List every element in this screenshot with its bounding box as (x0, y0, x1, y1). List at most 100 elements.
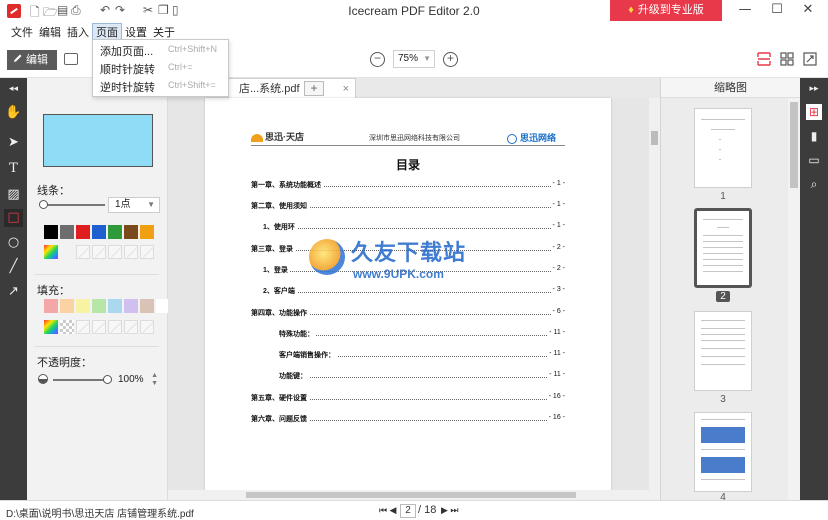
zoom-select[interactable]: 75% ▼ (393, 50, 435, 68)
menu-rotate-cw[interactable]: 顺时针旋转 Ctrl+= (93, 59, 228, 77)
upgrade-button[interactable]: ♦ 升级到专业版 (610, 0, 722, 21)
empty-swatch[interactable] (140, 320, 154, 334)
toc-entry[interactable]: 第五章、硬件设置 - 16 - (251, 393, 565, 405)
menu-about[interactable]: 关于 (150, 24, 178, 40)
opacity-input[interactable]: 100% ▲ ▼ (116, 372, 160, 388)
fill-color-swatch[interactable] (60, 299, 74, 313)
next-page-icon[interactable]: ▶ (439, 506, 449, 516)
thumbnail-page-2[interactable] (694, 208, 752, 288)
thumbnails-view-icon[interactable]: ⊞ (806, 104, 822, 120)
zoom-out-icon[interactable]: − (370, 52, 385, 67)
line-color-swatch[interactable] (108, 225, 122, 239)
minimize-button[interactable]: — (734, 2, 756, 17)
toc-entry[interactable]: 第四章、功能操作 - 6 - (251, 308, 565, 320)
last-page-icon[interactable]: ⏭ (449, 506, 459, 516)
toc-entry[interactable]: 特殊功能： - 11 - (279, 329, 565, 341)
add-tab-button[interactable]: + (304, 81, 324, 96)
empty-swatch[interactable] (92, 245, 106, 259)
menu-add-page[interactable]: 添加页面... Ctrl+Shift+N (93, 41, 228, 59)
line-color-swatch[interactable] (76, 225, 90, 239)
vertical-scroll-thumb[interactable] (651, 131, 658, 145)
zoom-in-icon[interactable]: + (443, 52, 458, 67)
arrow-icon[interactable]: ➤ (4, 134, 23, 152)
fill-color-swatch[interactable] (140, 299, 154, 313)
undo-icon[interactable]: ↶ (100, 3, 110, 17)
grid-view-icon[interactable] (779, 51, 795, 67)
spin-arrows-icon[interactable]: ▲ ▼ (151, 372, 158, 388)
transparent-swatch[interactable] (60, 320, 74, 334)
rectangle-icon[interactable]: □ (4, 209, 23, 227)
prev-page-icon[interactable]: ◀ (388, 506, 398, 516)
maximize-button[interactable]: ☐ (766, 2, 788, 17)
menu-file[interactable]: 文件 (8, 24, 36, 40)
empty-swatch[interactable] (76, 320, 90, 334)
line-color-swatch[interactable] (60, 225, 74, 239)
fullscreen-icon[interactable] (802, 51, 818, 67)
paste-icon[interactable]: ▯ (172, 3, 179, 17)
empty-swatch[interactable] (76, 245, 90, 259)
thumbnail-page-1[interactable] (694, 108, 752, 188)
close-button[interactable]: ✕ (797, 2, 819, 17)
opacity-slider[interactable] (53, 379, 107, 381)
text-icon[interactable]: T (4, 160, 23, 178)
redo-icon[interactable]: ↷ (115, 3, 125, 17)
edit-mode-button[interactable]: 编辑 (7, 50, 57, 70)
hand-icon[interactable]: ✋ (4, 104, 23, 122)
ellipse-icon[interactable]: ○ (4, 234, 23, 252)
annotate-mode-icon[interactable] (64, 53, 78, 65)
line-width-select[interactable]: 1点 ▼ (108, 197, 160, 213)
empty-swatch[interactable] (124, 320, 138, 334)
toc-entry[interactable]: 客户端销售操作： - 11 - (279, 350, 565, 362)
line-color-swatch[interactable] (124, 225, 138, 239)
fit-width-icon[interactable] (756, 51, 772, 67)
copy-icon[interactable]: ❐ (158, 3, 169, 17)
fill-color-swatch[interactable] (76, 299, 90, 313)
thumbnail-scrollbar[interactable] (788, 98, 800, 500)
custom-fill-color[interactable] (44, 320, 58, 334)
cut-icon[interactable]: ✂ (143, 3, 153, 17)
empty-swatch[interactable] (108, 245, 122, 259)
fill-color-swatch[interactable] (92, 299, 106, 313)
toc-entry[interactable]: 第一章、系统功能概述 - 1 - (251, 180, 565, 192)
vertical-scrollbar[interactable] (649, 98, 660, 490)
fill-color-swatch[interactable] (108, 299, 122, 313)
image-icon[interactable]: ▨ (4, 186, 23, 204)
line-color-swatch[interactable] (140, 225, 154, 239)
empty-swatch[interactable] (124, 245, 138, 259)
horizontal-scrollbar[interactable] (168, 490, 660, 500)
menu-edit[interactable]: 编辑 (36, 24, 64, 40)
collapse-panel-icon[interactable]: ◂◂ (4, 80, 23, 98)
line-width-slider[interactable] (41, 204, 105, 206)
horizontal-scroll-thumb[interactable] (246, 492, 576, 498)
menu-settings[interactable]: 设置 (122, 24, 150, 40)
search-icon[interactable]: ⌕ (806, 176, 822, 192)
thumbnail-page-3[interactable] (694, 311, 752, 391)
toc-entry[interactable]: 第二章、使用须知 - 1 - (251, 201, 565, 213)
fill-color-swatch[interactable] (44, 299, 58, 313)
toc-entry[interactable]: 第六章、问题反馈 - 16 - (251, 414, 565, 426)
empty-swatch[interactable] (140, 245, 154, 259)
diagonal-arrow-icon[interactable]: ↗ (4, 283, 23, 301)
custom-line-color[interactable] (44, 245, 58, 259)
menu-insert[interactable]: 插入 (64, 24, 92, 40)
document-viewport[interactable]: 思迅·天店 深圳市思迅网络科技有限公司 思迅网络 目录 第一章、系统功能概述 - … (168, 98, 660, 500)
thumbnail-page-4[interactable] (694, 412, 752, 492)
fill-color-swatch[interactable] (124, 299, 138, 313)
tab-active-document[interactable]: 店...系统.pdf × (228, 78, 356, 98)
pdf-page[interactable]: 思迅·天店 深圳市思迅网络科技有限公司 思迅网络 目录 第一章、系统功能概述 - … (205, 98, 611, 490)
line-color-swatch[interactable] (92, 225, 106, 239)
toc-entry[interactable]: 1、使用环 - 1 - (263, 222, 565, 234)
expand-panel-icon[interactable]: ▸▸ (806, 81, 822, 97)
line-color-swatch[interactable] (44, 225, 58, 239)
bookmark-icon[interactable]: ▮ (806, 128, 822, 144)
toc-entry[interactable]: 功能键： - 11 - (279, 371, 565, 383)
comments-icon[interactable]: ▭ (806, 152, 822, 168)
tab-close-icon[interactable]: × (343, 79, 349, 99)
menu-rotate-ccw[interactable]: 逆时针旋转 Ctrl+Shift+= (93, 77, 228, 95)
save-icon[interactable]: ▤ (57, 3, 68, 17)
thumbnail-scroll-thumb[interactable] (790, 102, 798, 188)
line-icon[interactable]: ╱ (4, 258, 23, 276)
empty-swatch[interactable] (92, 320, 106, 334)
new-file-icon[interactable]: 🗋 (30, 3, 40, 24)
print-icon[interactable]: ⎙ (71, 3, 81, 18)
